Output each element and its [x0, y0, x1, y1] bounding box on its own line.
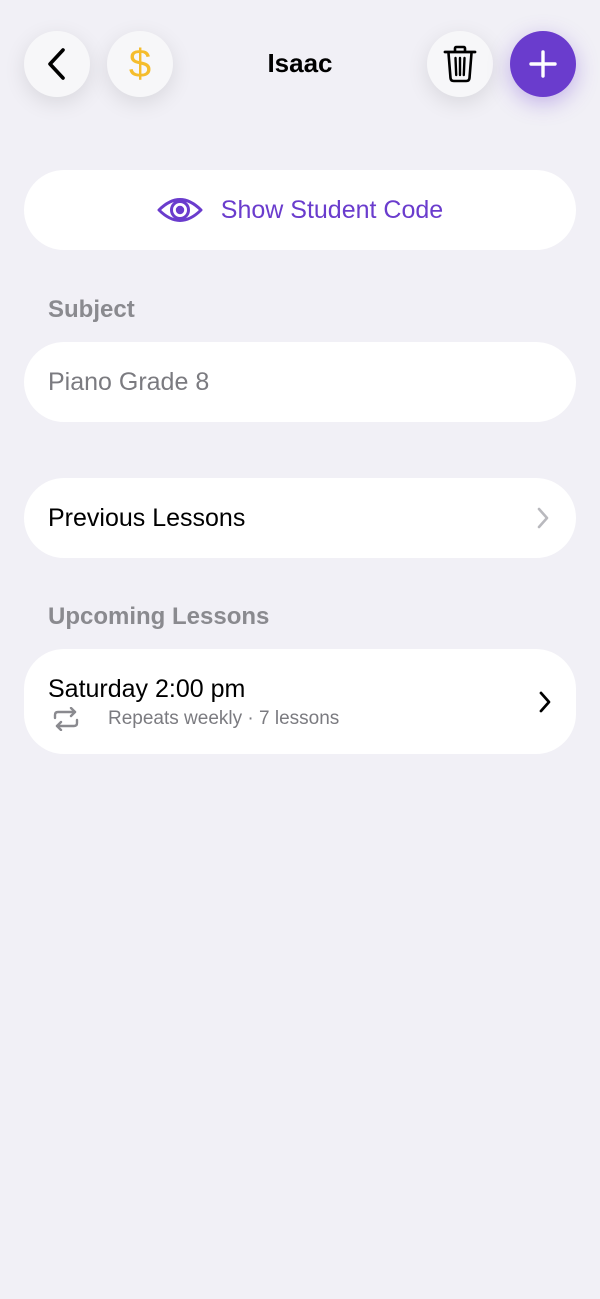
- upcoming-lesson-row[interactable]: Saturday 2:00 pm Repeats weekly · 7 less…: [24, 649, 576, 754]
- chevron-right-icon: [539, 691, 551, 713]
- subject-section-label: Subject: [48, 296, 135, 323]
- show-student-code-label: Show Student Code: [220, 195, 444, 224]
- lesson-time: Saturday 2:00 pm: [48, 675, 246, 703]
- upcoming-lessons-section-label: Upcoming Lessons: [48, 603, 270, 630]
- trash-icon: [443, 45, 477, 83]
- top-bar: $ Isaac: [0, 0, 600, 130]
- subject-field[interactable]: Piano Grade 8: [24, 342, 576, 422]
- repeat-icon: [53, 707, 79, 731]
- plus-icon: [529, 50, 557, 78]
- previous-lessons-row[interactable]: Previous Lessons: [24, 478, 576, 558]
- previous-lessons-label: Previous Lessons: [48, 503, 246, 532]
- dollar-sign-icon: $: [128, 42, 152, 86]
- page-title: Isaac: [267, 48, 333, 78]
- show-student-code-button[interactable]: Show Student Code: [24, 170, 576, 250]
- payments-button[interactable]: $: [107, 31, 173, 97]
- back-button[interactable]: [24, 31, 90, 97]
- eye-icon: [157, 198, 203, 222]
- subject-value: Piano Grade 8: [48, 367, 210, 396]
- lesson-repeat-text: Repeats weekly · 7 lessons: [108, 708, 340, 729]
- add-lesson-button[interactable]: [510, 31, 576, 97]
- chevron-left-icon: [48, 48, 65, 80]
- delete-student-button[interactable]: [427, 31, 493, 97]
- chevron-right-icon: [537, 507, 549, 529]
